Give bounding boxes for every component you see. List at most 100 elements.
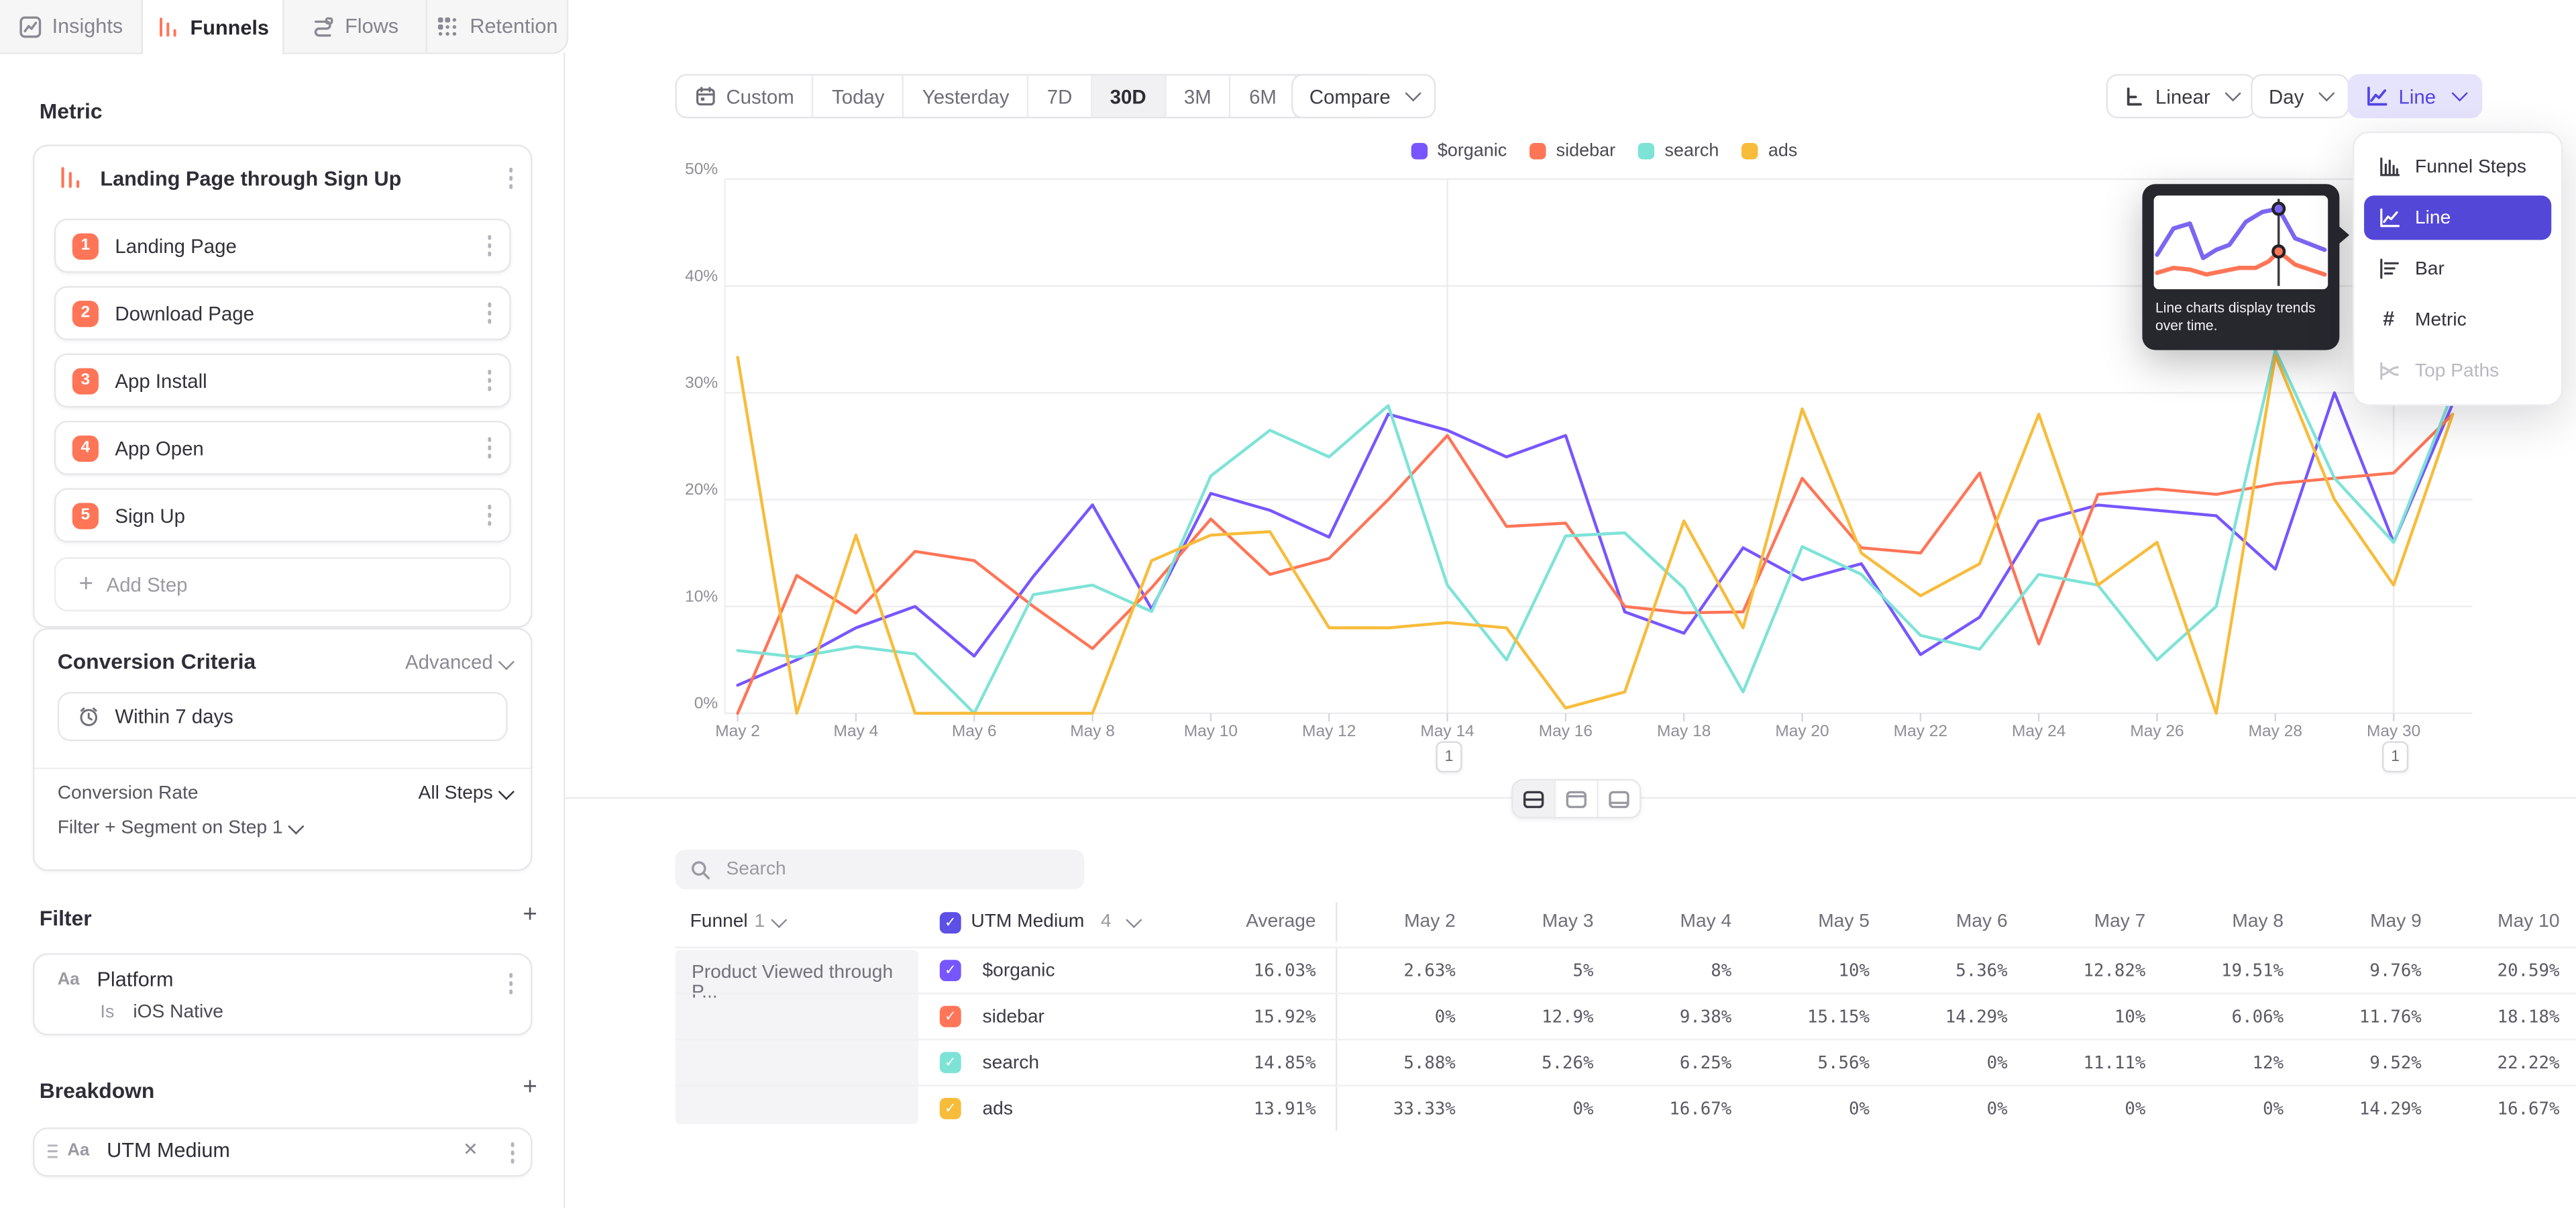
filter-card[interactable]: Aa Platform Is iOS Native <box>33 953 532 1035</box>
range-7d[interactable]: 7D <box>1029 76 1092 117</box>
scale-linear-button[interactable]: Linear <box>2106 74 2257 118</box>
tab-label: Flows <box>345 15 398 38</box>
table-row: ✓$organic16.03%2.63%5%8%10%5.36%12.82%19… <box>676 947 2576 993</box>
step-kebab-menu[interactable] <box>482 230 496 260</box>
tab-funnels[interactable]: Funnels <box>142 0 284 54</box>
funnel-step-row[interactable]: 5Sign Up <box>54 488 511 542</box>
funnel-step-row[interactable]: 3App Install <box>54 354 511 408</box>
series-line-search[interactable] <box>738 350 2453 713</box>
series-checkbox[interactable]: ✓ <box>940 1098 961 1119</box>
range-30d[interactable]: 30D <box>1092 76 1166 117</box>
funnel-step-row[interactable]: 2Download Page <box>54 286 511 340</box>
table-search[interactable] <box>676 850 1085 889</box>
range-yesterday[interactable]: Yesterday <box>904 76 1029 117</box>
granularity-day-button[interactable]: Day <box>2251 74 2350 118</box>
legend-item[interactable]: ads <box>1742 142 1798 161</box>
legend-item[interactable]: sidebar <box>1529 142 1615 161</box>
tab-retention[interactable]: Retention <box>427 0 567 52</box>
legend-item[interactable]: search <box>1638 142 1719 161</box>
remove-breakdown-icon[interactable]: ✕ <box>463 1139 478 1160</box>
funnel-step-row[interactable]: 1Landing Page <box>54 219 511 273</box>
date-column-header[interactable]: May 9 <box>2303 902 2441 942</box>
step-kebab-menu[interactable] <box>482 298 496 328</box>
average-column-header[interactable]: Average <box>1165 902 1337 942</box>
step-kebab-menu[interactable] <box>482 433 496 463</box>
search-input[interactable] <box>723 858 1070 880</box>
step-number-badge: 4 <box>72 435 99 461</box>
series-checkbox[interactable]: ✓ <box>940 960 961 981</box>
step-kebab-menu[interactable] <box>482 500 496 530</box>
date-column-header[interactable]: May 10 <box>2441 902 2576 942</box>
clock-icon <box>77 705 100 728</box>
conversion-window-button[interactable]: Within 7 days <box>58 692 508 741</box>
chart-legend: $organic sidebar search ads <box>1411 142 1798 161</box>
chevron-down-icon <box>1405 85 1421 101</box>
value-cell: 0% <box>1475 1087 1613 1131</box>
range-6m[interactable]: 6M <box>1231 76 1296 117</box>
line-chart-icon <box>2366 85 2389 107</box>
menu-item-bar[interactable]: Bar <box>2364 246 2551 291</box>
table-row: ✓search14.85%5.88%5.26%6.25%5.56%0%11.11… <box>676 1039 2576 1085</box>
tooltip-arrow <box>2338 225 2349 245</box>
menu-item-metric[interactable]: #Metric <box>2364 297 2551 342</box>
funnel-steps-icon <box>2377 156 2400 178</box>
date-column-header[interactable]: May 8 <box>2165 902 2304 942</box>
series-line-$organic[interactable] <box>738 393 2453 685</box>
step-kebab-menu[interactable] <box>482 365 496 395</box>
date-column-header[interactable]: May 4 <box>1613 902 1752 942</box>
annotation-badge[interactable]: 1 <box>2382 741 2408 772</box>
select-all-checkbox[interactable]: ✓ <box>940 911 961 933</box>
date-column-header[interactable]: May 3 <box>1475 902 1613 942</box>
filter-operator[interactable]: Is <box>100 1003 114 1022</box>
menu-item-funnel-steps[interactable]: Funnel Steps <box>2364 145 2551 189</box>
conversion-rate-dropdown[interactable]: All Steps <box>419 784 511 803</box>
date-column-header[interactable]: May 2 <box>1337 902 1475 942</box>
funnel-step-row[interactable]: 4App Open <box>54 421 511 475</box>
breakdown-card[interactable]: Aa UTM Medium ✕ <box>33 1127 532 1176</box>
value-cell: 14.29% <box>1889 995 2027 1039</box>
add-filter-button[interactable]: + <box>523 902 537 927</box>
add-breakdown-button[interactable]: + <box>523 1075 537 1100</box>
breakdown-column-header[interactable]: ✓ UTM Medium 4 <box>918 902 1165 942</box>
range-today[interactable]: Today <box>814 76 904 117</box>
conversion-rate-label: Conversion Rate <box>58 784 199 803</box>
range-3m[interactable]: 3M <box>1166 76 1231 117</box>
series-checkbox[interactable]: ✓ <box>940 1006 961 1027</box>
filter-segment-dropdown[interactable]: Filter + Segment on Step 1 <box>58 819 301 838</box>
menu-item-line[interactable]: Line <box>2364 195 2551 240</box>
tab-insights[interactable]: Insights <box>0 0 142 52</box>
compare-button[interactable]: Compare <box>1291 74 1436 118</box>
value-cell: 0% <box>2165 1087 2304 1131</box>
funnel-kebab-menu[interactable] <box>504 162 518 193</box>
series-name: $organic <box>982 960 1055 980</box>
annotation-badge[interactable]: 1 <box>1436 741 1462 772</box>
chart-only-view-button[interactable] <box>1556 781 1599 817</box>
add-step-button[interactable]: + Add Step <box>54 557 511 611</box>
funnel-title[interactable]: Landing Page through Sign Up <box>100 168 401 191</box>
filter-value[interactable]: iOS Native <box>133 1002 223 1021</box>
date-column-header[interactable]: May 7 <box>2027 902 2165 942</box>
date-column-header[interactable]: May 6 <box>1889 902 2027 942</box>
property-type-icon: Aa <box>67 1141 89 1160</box>
value-cell: 12.82% <box>2027 948 2165 993</box>
table-only-view-button[interactable] <box>1599 781 1640 817</box>
date-column-header[interactable]: May 5 <box>1752 902 1890 942</box>
step-label: App Install <box>115 369 482 392</box>
step-number-badge: 2 <box>72 300 99 326</box>
advanced-dropdown[interactable]: Advanced <box>405 651 511 674</box>
legend-item[interactable]: $organic <box>1411 142 1507 161</box>
funnel-column-header[interactable]: Funnel 1 <box>676 902 918 942</box>
split-view-button[interactable] <box>1513 781 1556 817</box>
chart-type-line-button[interactable]: Line <box>2348 74 2482 118</box>
series-checkbox[interactable]: ✓ <box>940 1052 961 1073</box>
tab-flows[interactable]: Flows <box>284 0 427 52</box>
drag-handle-icon[interactable] <box>46 1142 60 1160</box>
series-name-cell: ✓ $organic <box>918 948 1165 993</box>
filter-kebab-menu[interactable] <box>504 968 518 998</box>
legend-swatch <box>1529 143 1546 159</box>
breakdown-kebab-menu[interactable] <box>505 1138 519 1168</box>
funnel-chart-icon <box>58 164 84 191</box>
series-line-sidebar[interactable] <box>738 414 2453 713</box>
range-custom[interactable]: Custom <box>677 76 814 117</box>
value-cell: 5% <box>1475 948 1613 993</box>
